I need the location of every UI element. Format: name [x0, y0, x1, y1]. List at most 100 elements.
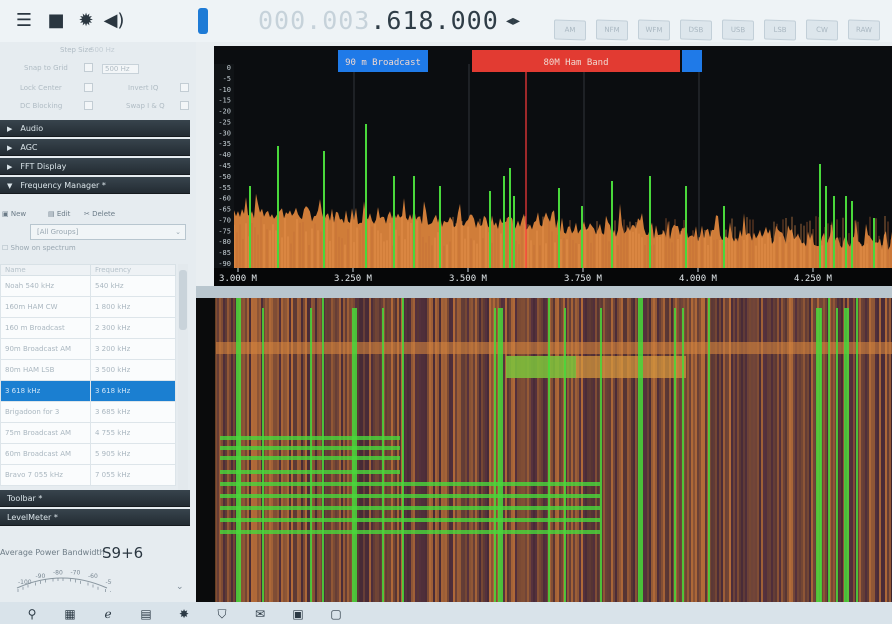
- spectrum-panel[interactable]: 90 m Broadcast 80M Ham Band 0 -5 -10 -15 -20 -2…: [214, 46, 892, 286]
- spectrum-plot[interactable]: 90 m Broadcast 80M Ham Band 0 -5 -10 -15 -20 -2…: [214, 46, 892, 286]
- table-header-row: Name Frequency: [0, 264, 176, 276]
- table-scrollbar[interactable]: [178, 264, 188, 494]
- mode-button-lsb[interactable]: LSB: [764, 19, 796, 41]
- spectrum-waterfall-splitter[interactable]: [196, 286, 892, 298]
- meter-tick-label: -50: [106, 579, 113, 586]
- meter-tick-label: -60: [88, 573, 98, 580]
- show-on-spectrum-row[interactable]: ☐ Show on spectrum: [2, 244, 76, 252]
- mail-icon[interactable]: ✉: [252, 606, 268, 622]
- section-toolbar[interactable]: Toolbar *: [0, 490, 190, 507]
- band-marker[interactable]: 80M Ham Band: [472, 50, 680, 72]
- band-marker-bar[interactable]: [682, 50, 702, 72]
- waterfall-panel[interactable]: [196, 298, 892, 608]
- table-row[interactable]: 160m HAM CW 1 800 kHz: [0, 296, 176, 318]
- step-size-value[interactable]: 500 Hz: [90, 46, 115, 54]
- waterfall-signal-trace: [828, 298, 830, 608]
- frequency-display[interactable]: 000.003.618.000: [258, 6, 499, 35]
- scrollbar-thumb[interactable]: [179, 270, 187, 330]
- expand-arrow-icon: ▶: [7, 125, 13, 133]
- search-icon[interactable]: ⚲: [24, 606, 40, 622]
- swap-iq-checkbox[interactable]: [180, 101, 189, 110]
- section-levelmeter-label: LevelMeter *: [7, 513, 58, 522]
- frequency-table: Name Frequency Noah 540 kHz 540 kHz 160m H…: [0, 264, 176, 486]
- band-marker[interactable]: 90 m Broadcast: [338, 50, 428, 72]
- y-axis-tick-label: -40: [218, 151, 231, 159]
- y-axis-tick-label: -45: [218, 162, 231, 170]
- waterfall-signal-trace: [220, 482, 600, 486]
- task-view-icon[interactable]: ▦: [62, 606, 78, 622]
- edge-icon[interactable]: ℯ: [100, 606, 116, 622]
- section-audio[interactable]: ▶ Audio: [0, 120, 190, 137]
- waterfall-signal-trace: [498, 308, 503, 608]
- x-axis-tick-label: 4.000 M: [679, 274, 718, 284]
- mode-button-raw[interactable]: RAW: [848, 19, 880, 41]
- band-marker[interactable]: [682, 50, 702, 72]
- waterfall-signal-trace: [548, 298, 550, 608]
- new-entry-button[interactable]: ▣ New: [2, 210, 26, 218]
- mode-button-am[interactable]: AM: [554, 19, 586, 41]
- dc-blocking-checkbox[interactable]: [84, 101, 93, 110]
- volume-slider-handle[interactable]: [198, 8, 208, 34]
- x-axis-tick-label: 4.250 M: [794, 274, 833, 284]
- lock-center-checkbox[interactable]: [84, 83, 93, 92]
- delete-entry-button[interactable]: ✂ Delete: [84, 210, 115, 218]
- x-axis-bar: [214, 268, 892, 286]
- settings-icon[interactable]: ✸: [176, 606, 192, 622]
- section-levelmeter[interactable]: LevelMeter *: [0, 509, 190, 526]
- section-agc[interactable]: ▶ AGC: [0, 139, 190, 156]
- chevron-down-icon[interactable]: ⌄: [176, 582, 184, 592]
- calculator-icon[interactable]: ▤: [138, 606, 154, 622]
- y-axis-tick-label: -80: [218, 238, 231, 246]
- mode-button-nfm[interactable]: NFM: [596, 19, 628, 41]
- stop-icon[interactable]: ■: [46, 10, 66, 31]
- y-axis-tick-label: -65: [218, 206, 231, 214]
- group-select[interactable]: [All Groups] ⌄: [30, 224, 186, 240]
- app-icon[interactable]: ▢: [328, 606, 344, 622]
- section-fft-display-label: FFT Display: [20, 162, 67, 171]
- column-header-frequency[interactable]: Frequency: [90, 264, 176, 276]
- explorer-icon[interactable]: ▣: [290, 606, 306, 622]
- table-row[interactable]: 60m Broadcast AM 5 905 kHz: [0, 443, 176, 465]
- table-row[interactable]: Brigadoon for 33 685 kHz: [0, 401, 176, 423]
- y-axis-tick-label: 0: [227, 64, 231, 72]
- cell-frequency: 3 200 kHz: [90, 338, 176, 360]
- mode-button-wfm[interactable]: WFM: [638, 19, 670, 41]
- settings-icon[interactable]: ✹: [76, 10, 96, 31]
- store-icon[interactable]: ⛉: [214, 606, 230, 622]
- cell-name: 90m Broadcast AM: [0, 338, 91, 360]
- waterfall-plot[interactable]: [196, 298, 892, 608]
- column-header-name[interactable]: Name: [0, 264, 91, 276]
- edit-entry-button[interactable]: ▤ Edit: [48, 210, 70, 218]
- menu-icon[interactable]: ☰: [14, 10, 34, 31]
- frequency-dim-digits: 000.003: [258, 6, 371, 35]
- waterfall-signal-trace: [322, 298, 324, 608]
- collapse-arrow-icon: ▼: [7, 182, 13, 190]
- section-fft-display[interactable]: ▶ FFT Display: [0, 158, 190, 175]
- mode-button-dsb[interactable]: DSB: [680, 19, 712, 41]
- table-row[interactable]: 3 618 kHz 3 618 kHz: [0, 380, 176, 402]
- table-row[interactable]: 160 m Broadcast 2 300 kHz: [0, 317, 176, 339]
- y-axis-tick-label: -90: [218, 260, 231, 268]
- show-on-spectrum-checkbox[interactable]: ☐: [2, 244, 11, 252]
- table-row[interactable]: 80m HAM LSB 3 500 kHz: [0, 359, 176, 381]
- frequency-step-arrows[interactable]: ◂▸: [506, 13, 520, 29]
- table-row[interactable]: 90m Broadcast AM 3 200 kHz: [0, 338, 176, 360]
- mode-button-usb[interactable]: USB: [722, 19, 754, 41]
- snap-to-grid-checkbox[interactable]: [84, 63, 93, 72]
- volume-icon[interactable]: ◀): [104, 10, 125, 31]
- table-row[interactable]: Bravo 7 055 kHz 7 055 kHz: [0, 464, 176, 486]
- invert-iq-label: Invert IQ: [128, 84, 159, 92]
- y-axis-tick-label: -70: [218, 216, 231, 224]
- waterfall-signal-trace: [220, 494, 600, 498]
- snap-to-grid-value[interactable]: 500 Hz: [102, 64, 139, 74]
- mode-button-cw[interactable]: CW: [806, 19, 838, 41]
- meter-tick-label: -90: [36, 573, 46, 580]
- invert-iq-checkbox[interactable]: [180, 83, 189, 92]
- waterfall-signal-trace: [836, 308, 838, 608]
- show-on-spectrum-label: Show on spectrum: [10, 244, 76, 252]
- table-row[interactable]: 75m Broadcast AM 4 755 kHz: [0, 422, 176, 444]
- cell-frequency: 3 618 kHz: [90, 380, 176, 402]
- section-frequency-manager[interactable]: ▼ Frequency Manager *: [0, 177, 190, 194]
- table-row[interactable]: Noah 540 kHz 540 kHz: [0, 275, 176, 297]
- waterfall-signal-trace: [844, 308, 849, 608]
